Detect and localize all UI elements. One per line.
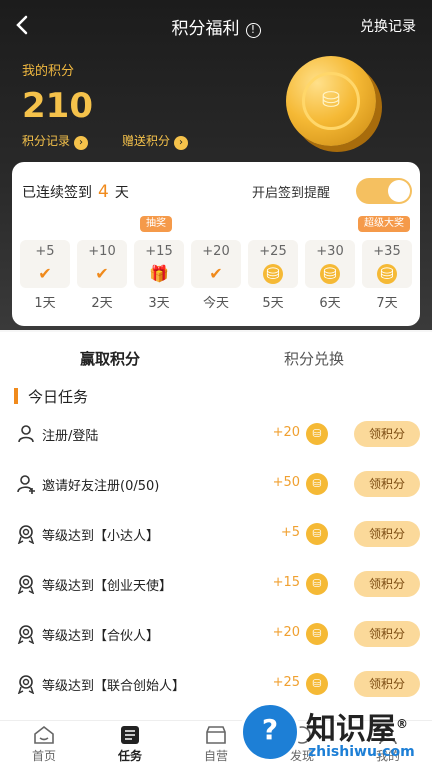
user-icon	[18, 425, 34, 443]
tab-tasks[interactable]: 任务	[100, 725, 160, 764]
section-accent-bar	[14, 388, 18, 404]
medal-icon	[17, 675, 35, 694]
claim-points-button[interactable]: 领积分	[354, 421, 420, 447]
coin-icon: ⛁	[320, 264, 340, 284]
points-record-link[interactable]: 积分记录 ›	[22, 132, 89, 150]
task-row: 等级达到【合伙人】 +20 ⛁ 领积分	[0, 610, 432, 660]
tab-earn-points[interactable]: 赢取积分	[80, 348, 141, 371]
gift-icon: 🎁	[149, 264, 169, 283]
claim-points-button[interactable]: 领积分	[354, 671, 420, 697]
medal-icon	[17, 625, 35, 644]
my-points-label: 我的积分	[22, 64, 75, 79]
signin-day[interactable]: +10 ✔	[77, 240, 127, 288]
coin-icon: ⛁	[306, 423, 328, 445]
chevron-right-icon: ›	[174, 136, 189, 150]
store-icon	[206, 726, 226, 744]
coin-icon: ⛁	[263, 264, 283, 284]
task-points: +50	[272, 475, 300, 490]
claim-points-button[interactable]: 领积分	[354, 621, 420, 647]
section-title: 今日任务	[28, 388, 89, 406]
signin-day[interactable]: +5 ✔	[20, 240, 70, 288]
watermark-logo: ? 知识屋® zhishiwu.com	[236, 700, 432, 768]
day-label: 5天	[262, 296, 284, 311]
day-label: 7天	[376, 296, 398, 311]
info-icon[interactable]: !	[245, 23, 261, 38]
streak-text: 已连续签到 4 天	[22, 182, 129, 202]
grand-prize-badge: 超级大奖	[358, 216, 410, 232]
day-label: 今天	[202, 296, 229, 311]
remind-toggle[interactable]	[356, 178, 412, 204]
day-label: 3天	[148, 296, 170, 311]
coin-icon: ⛁	[306, 673, 328, 695]
watermark-text: 知识屋®	[306, 712, 408, 747]
exchange-record-link[interactable]: 兑换记录	[360, 16, 416, 36]
claim-points-button[interactable]: 领积分	[354, 471, 420, 497]
watermark-url: zhishiwu.com	[308, 744, 415, 760]
medal-icon	[17, 575, 35, 594]
claim-points-button[interactable]: 领积分	[354, 521, 420, 547]
day-label: 2天	[91, 296, 113, 311]
checkmark-icon: ✔	[95, 264, 109, 283]
points-value: 210	[22, 86, 93, 126]
signin-day[interactable]: +20 ✔	[191, 240, 241, 288]
help-icon: ?	[240, 702, 300, 762]
signin-day[interactable]: +30 ⛁	[305, 240, 355, 288]
coin-icon: ⛁	[306, 573, 328, 595]
task-row: 邀请好友注册(0/50) +50 ⛁ 领积分	[0, 460, 432, 510]
task-label: 注册/登陆	[42, 429, 99, 444]
signin-card: 已连续签到 4 天 开启签到提醒 抽奖 超级大奖 +5 ✔ +10 ✔ +15 🎁 +20…	[12, 162, 420, 326]
user-add-icon	[17, 475, 35, 494]
task-label: 等级达到【合伙人】	[42, 629, 160, 644]
checkmark-icon: ✔	[38, 264, 52, 283]
coin-icon: ⛁	[377, 264, 397, 284]
tasks-panel: 赢取积分 积分兑换 今日任务 注册/登陆 +20 ⛁ 领积分 邀请好友注册(0/…	[0, 332, 432, 720]
task-list-icon	[121, 726, 139, 744]
signin-day[interactable]: +35 ⛁	[362, 240, 412, 288]
task-label: 等级达到【联合创始人】	[42, 679, 186, 694]
gold-coin-icon: ⛁	[286, 56, 376, 146]
task-points: +20	[272, 425, 300, 440]
coin-icon: ⛁	[306, 473, 328, 495]
day-label: 1天	[34, 296, 56, 311]
home-icon	[34, 725, 54, 744]
day-label: 6天	[319, 296, 341, 311]
claim-points-button[interactable]: 领积分	[354, 571, 420, 597]
task-label: 邀请好友注册(0/50)	[42, 479, 160, 494]
tab-points-exchange[interactable]: 积分兑换	[284, 348, 344, 369]
remind-label: 开启签到提醒	[252, 186, 331, 201]
task-row: 注册/登陆 +20 ⛁ 领积分	[0, 410, 432, 460]
toggle-knob	[388, 180, 410, 202]
task-points: +5	[280, 525, 300, 540]
task-points: +25	[272, 675, 300, 690]
chevron-right-icon: ›	[74, 136, 89, 150]
task-row: 等级达到【创业天使】 +15 ⛁ 领积分	[0, 560, 432, 610]
lottery-badge: 抽奖	[140, 216, 172, 232]
signin-day[interactable]: +15 🎁	[134, 240, 184, 288]
coin-icon: ⛁	[306, 623, 328, 645]
task-points: +15	[272, 575, 300, 590]
task-label: 等级达到【小达人】	[42, 529, 160, 544]
coin-icon: ⛁	[306, 523, 328, 545]
task-points: +20	[272, 625, 300, 640]
task-row: 等级达到【小达人】 +5 ⛁ 领积分	[0, 510, 432, 560]
top-bar: 积分福利! 兑换记录	[0, 0, 432, 50]
tab-home[interactable]: 首页	[14, 725, 74, 764]
gift-points-link[interactable]: 赠送积分 ›	[122, 132, 189, 150]
task-label: 等级达到【创业天使】	[42, 579, 173, 594]
checkmark-icon: ✔	[209, 264, 223, 283]
signin-day[interactable]: +25 ⛁	[248, 240, 298, 288]
medal-icon	[17, 525, 35, 544]
